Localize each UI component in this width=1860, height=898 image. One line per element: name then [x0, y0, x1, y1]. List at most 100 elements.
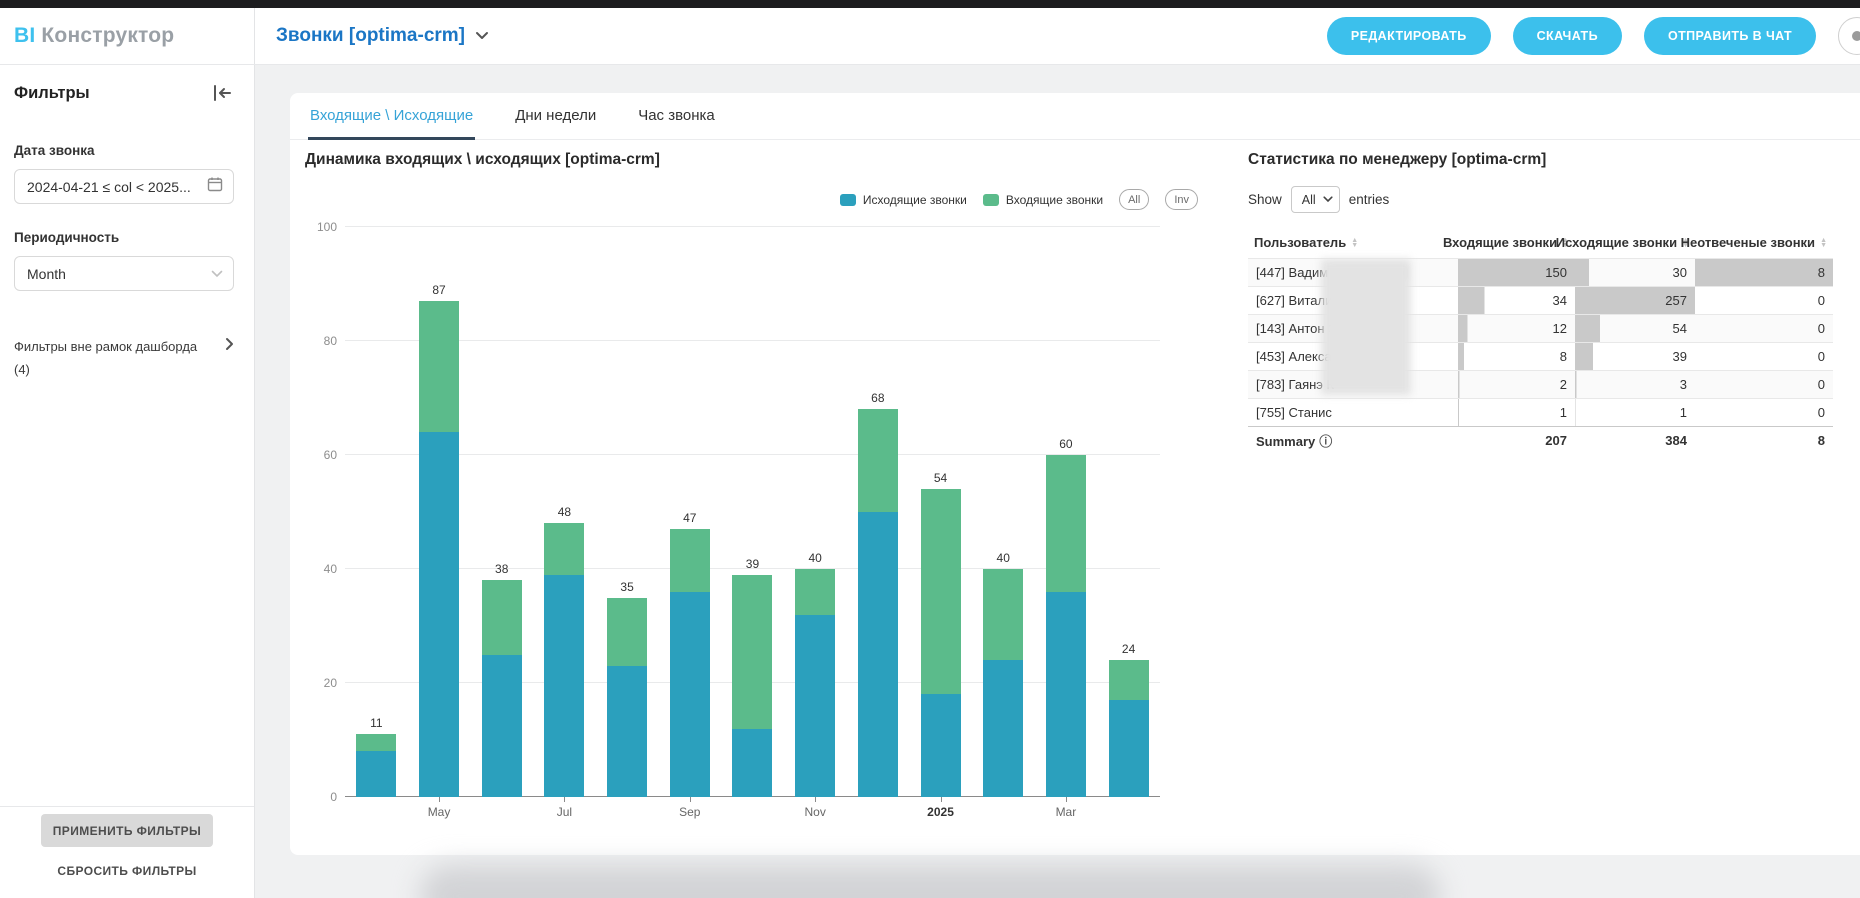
external-filters-count: (4) — [14, 362, 234, 377]
collapse-sidebar-button[interactable] — [210, 83, 234, 103]
x-tick-7: Nov — [784, 797, 847, 819]
app-header: BIКонструктор Звонки [optima-crm] РЕДАКТ… — [0, 8, 1860, 65]
x-tickmark — [1066, 797, 1067, 802]
send-to-chat-button[interactable]: ОТПРАВИТЬ В ЧАТ — [1644, 17, 1816, 55]
filters-sidebar: Фильтры Дата звонка 2024-04-21 ≤ col < 2… — [0, 65, 255, 898]
legend-button-inv[interactable]: Inv — [1165, 189, 1198, 210]
outgoing-cell: 39 — [1575, 343, 1695, 371]
legend-swatch — [983, 194, 999, 206]
bar-segment-outgoing[interactable] — [482, 655, 522, 798]
bar-slot-4: 35 — [596, 227, 659, 797]
sidebar-divider — [0, 806, 254, 807]
incoming-cell: 12 — [1458, 315, 1575, 343]
more-options-button[interactable] — [1838, 17, 1860, 55]
bar-segment-incoming[interactable] — [1109, 660, 1149, 700]
chevron-down-icon[interactable] — [475, 27, 489, 45]
sort-icon[interactable]: ▲▼ — [1351, 238, 1358, 248]
bar-segment-outgoing[interactable] — [544, 575, 584, 797]
y-tick-label: 0 — [297, 790, 337, 804]
entries-label: entries — [1349, 192, 1390, 207]
x-tickmark — [564, 797, 565, 802]
bar-value-label: 60 — [1059, 437, 1072, 451]
bar-segment-outgoing[interactable] — [983, 660, 1023, 797]
download-button[interactable]: СКАЧАТЬ — [1513, 17, 1622, 55]
tab-2[interactable]: Час звонка — [636, 107, 717, 140]
bar-segment-outgoing[interactable] — [1109, 700, 1149, 797]
tab-1[interactable]: Дни недели — [513, 107, 598, 140]
entries-select[interactable]: All — [1291, 186, 1340, 213]
bar-segment-outgoing[interactable] — [732, 729, 772, 797]
tab-bar: Входящие \ Исходящие Дни недели Час звонка — [290, 93, 1860, 140]
bar-segment-incoming[interactable] — [607, 598, 647, 666]
bar-segment-incoming[interactable] — [670, 529, 710, 592]
bar-segment-incoming[interactable] — [544, 523, 584, 574]
bar-segment-incoming[interactable] — [983, 569, 1023, 660]
date-filter-input[interactable]: 2024-04-21 ≤ col < 2025... — [14, 169, 234, 204]
legend-item-0[interactable]: Исходящие звонки — [840, 193, 967, 207]
incoming-cell: 8 — [1458, 343, 1575, 371]
incoming-cell: 2 — [1458, 371, 1575, 399]
col-header-3[interactable]: Неотвеченые звонки▲▼ — [1695, 229, 1833, 259]
bar-segment-outgoing[interactable] — [921, 694, 961, 797]
bar-slot-6: 39 — [721, 227, 784, 797]
dashboard-title[interactable]: Звонки [optima-crm] — [276, 25, 465, 47]
reset-filters-button[interactable]: СБРОСИТЬ ФИЛЬТРЫ — [57, 864, 196, 878]
bar-slot-11: 60 — [1035, 227, 1098, 797]
stacked-bar-chart: 02040608010011873848354739406854406024 — [345, 227, 1160, 797]
table-row: [755] Станис110 — [1248, 399, 1833, 427]
bar-slot-8: 68 — [847, 227, 910, 797]
collapse-left-icon — [212, 85, 232, 101]
bar-segment-incoming[interactable] — [921, 489, 961, 694]
info-icon[interactable]: ⓘ — [1319, 434, 1332, 449]
missed-cell: 0 — [1695, 399, 1833, 427]
bar-segment-incoming[interactable] — [1046, 455, 1086, 592]
x-tick-8 — [847, 797, 910, 819]
bar-segment-incoming[interactable] — [482, 580, 522, 654]
bar-value-label: 35 — [620, 580, 633, 594]
sort-icon[interactable]: ▲▼ — [1820, 238, 1827, 248]
bar-value-label: 87 — [432, 283, 445, 297]
apply-filters-button[interactable]: ПРИМЕНИТЬ ФИЛЬТРЫ — [41, 814, 213, 847]
bar-value-label: 38 — [495, 562, 508, 576]
top-strip — [0, 0, 1860, 8]
chevron-right-icon[interactable] — [225, 337, 234, 356]
x-tick-12 — [1097, 797, 1160, 819]
period-select[interactable]: Month — [14, 256, 234, 291]
bar-segment-incoming[interactable] — [419, 301, 459, 432]
x-tick-5: Sep — [658, 797, 721, 819]
bar-segment-outgoing[interactable] — [356, 751, 396, 797]
legend-item-1[interactable]: Входящие звонки — [983, 193, 1103, 207]
col-header-0[interactable]: Пользователь▲▼ — [1248, 229, 1458, 259]
incoming-cell: 34 — [1458, 287, 1575, 315]
y-tick-label: 80 — [297, 334, 337, 348]
external-filters-section[interactable]: Фильтры вне рамок дашборда (4) — [14, 337, 234, 377]
bar-segment-incoming[interactable] — [732, 575, 772, 729]
outgoing-cell: 54 — [1575, 315, 1695, 343]
bar-segment-outgoing[interactable] — [607, 666, 647, 797]
calendar-icon[interactable] — [207, 176, 223, 197]
col-header-2[interactable]: Исходящие звонки▲▼ — [1575, 229, 1695, 259]
bar-segment-outgoing[interactable] — [858, 512, 898, 797]
bar-segment-incoming[interactable] — [795, 569, 835, 615]
user-cell: [755] Станис — [1248, 399, 1458, 427]
bar-segment-incoming[interactable] — [858, 409, 898, 512]
bar-segment-outgoing[interactable] — [1046, 592, 1086, 797]
outgoing-cell: 30 — [1575, 259, 1695, 287]
legend-button-all[interactable]: All — [1119, 189, 1149, 210]
bar-segment-incoming[interactable] — [356, 734, 396, 751]
dashboard-title-zone[interactable]: Звонки [optima-crm] — [255, 25, 489, 47]
x-tick-3: Jul — [533, 797, 596, 819]
bar-segment-outgoing[interactable] — [795, 615, 835, 797]
bar-value-label: 40 — [808, 551, 821, 565]
edit-button[interactable]: РЕДАКТИРОВАТЬ — [1327, 17, 1491, 55]
dashboard-card: Входящие \ Исходящие Дни недели Час звонка… — [290, 93, 1860, 855]
legend-label: Исходящие звонки — [863, 193, 967, 207]
x-tick-2 — [470, 797, 533, 819]
bar-value-label: 54 — [934, 471, 947, 485]
bar-segment-outgoing[interactable] — [419, 432, 459, 797]
bar-slot-2: 38 — [470, 227, 533, 797]
tab-0[interactable]: Входящие \ Исходящие — [308, 107, 475, 140]
x-tickmark — [439, 797, 440, 802]
bar-slot-1: 87 — [408, 227, 471, 797]
bar-segment-outgoing[interactable] — [670, 592, 710, 797]
